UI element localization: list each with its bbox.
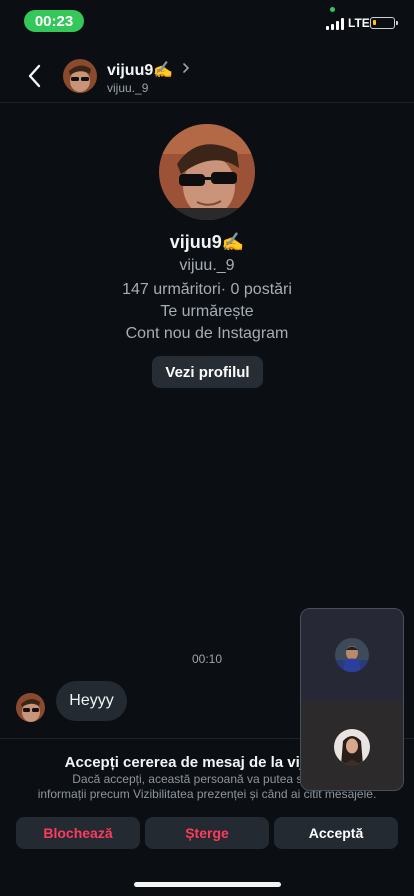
status-time[interactable]: 00:23 [24, 10, 84, 32]
battery-icon [370, 17, 398, 29]
video-call-pip[interactable] [300, 608, 404, 791]
camera-indicator-icon [330, 7, 335, 12]
message-bubble[interactable]: Heyyy [56, 681, 127, 721]
pip-avatar-2 [334, 729, 370, 765]
chat-header: vijuu9✍️ vijuu._9 [0, 50, 414, 102]
network-label: LTE [348, 16, 370, 30]
chevron-right-icon[interactable] [180, 61, 192, 75]
header-divider [0, 102, 414, 103]
back-chevron-icon[interactable] [24, 62, 46, 90]
message-sender-avatar[interactable] [16, 693, 45, 722]
status-bar: 00:23 LTE [0, 0, 414, 44]
follows-you-label: Te urmărește [160, 303, 254, 320]
delete-button[interactable]: Șterge [145, 817, 269, 849]
pip-avatar-1 [335, 638, 369, 672]
home-indicator[interactable] [134, 882, 281, 887]
header-username: vijuu._9 [107, 81, 149, 95]
profile-stats: 147 urmăritori· 0 postări [122, 281, 292, 298]
profile-username: vijuu._9 [179, 257, 235, 274]
profile-avatar[interactable] [159, 124, 255, 220]
account-note: Cont nou de Instagram [125, 325, 289, 342]
profile-display-name: vijuu9✍️ [169, 232, 245, 252]
accept-button[interactable]: Acceptă [274, 817, 398, 849]
request-actions: Blochează Șterge Acceptă [16, 817, 398, 849]
signal-strength-icon [326, 18, 344, 30]
header-avatar[interactable] [63, 59, 97, 93]
header-display-name[interactable]: vijuu9✍️ [107, 60, 173, 80]
block-button[interactable]: Blochează [16, 817, 140, 849]
view-profile-button[interactable]: Vezi profilul [152, 356, 263, 388]
